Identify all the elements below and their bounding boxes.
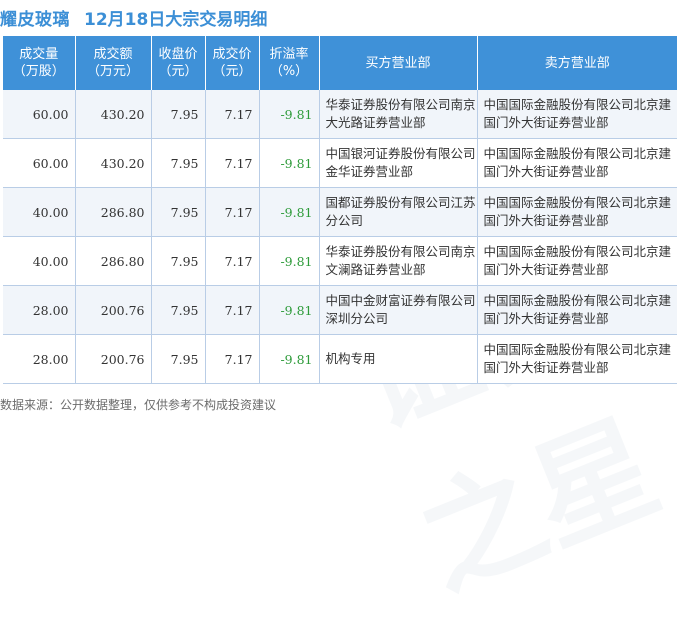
premium-rate-cell: -9.81 bbox=[259, 90, 320, 139]
table-row: 40.00 286.80 7.95 7.17 -9.81 国都证券股份有限公司江苏分公司中… bbox=[3, 187, 677, 237]
trade-price-cell: 7.17 bbox=[205, 236, 260, 286]
trade-price-cell: 7.17 bbox=[205, 187, 260, 237]
amount-cell: 430.20 bbox=[75, 138, 152, 188]
buyer-header: 买方营业部 bbox=[319, 36, 478, 90]
seller-broker-cell: 中国国际金融股份有限公司北京建国门外大街证券营业部 bbox=[477, 138, 677, 188]
seller-broker-cell: 中国国际金融股份有限公司北京建国门外大街证券营业部 bbox=[477, 334, 677, 384]
buyer-broker-cell: 机构专用 bbox=[319, 334, 478, 384]
buyer-broker-cell: 国都证券股份有限公司江苏分公司 bbox=[319, 187, 478, 237]
trade-price-cell: 7.17 bbox=[205, 285, 260, 335]
table-row: 28.00 200.76 7.95 7.17 -9.81 中国中金财富证券有限公司深圳分公… bbox=[3, 285, 677, 335]
volume-cell: 28.00 bbox=[3, 285, 76, 335]
buyer-broker-cell: 中国中金财富证券有限公司深圳分公司 bbox=[319, 285, 478, 335]
stock-name: 耀皮玻璃 bbox=[0, 9, 70, 30]
page-title: 12月18日大宗交易明细 bbox=[84, 9, 268, 30]
volume-header: 成交量 （万股） bbox=[3, 36, 76, 90]
data-source-note: 数据来源：公开数据整理，仅供参考不构成投资建议 bbox=[0, 398, 277, 412]
trade-price-cell: 7.17 bbox=[205, 90, 260, 139]
table-row: 28.00 200.76 7.95 7.17 -9.81 机构专用 中国国际金融股份有限公司… bbox=[3, 334, 677, 384]
premium-rate-cell: -9.81 bbox=[259, 236, 320, 286]
volume-cell: 40.00 bbox=[3, 236, 76, 286]
seller-header: 卖方营业部 bbox=[477, 36, 677, 90]
table-row: 60.00 430.20 7.95 7.17 -9.81 中国银河证券股份有限公司金华证券… bbox=[3, 138, 677, 188]
volume-cell: 40.00 bbox=[3, 187, 76, 237]
table-row: 40.00 286.80 7.95 7.17 -9.81 华泰证券股份有限公司南京文澜路证… bbox=[3, 236, 677, 286]
amount-cell: 286.80 bbox=[75, 187, 152, 237]
buyer-broker-cell: 中国银河证券股份有限公司金华证券营业部 bbox=[319, 138, 478, 188]
close-price-cell: 7.95 bbox=[151, 90, 206, 139]
block-trade-table: 成交量 （万股） 成交额 （万元） 收盘价 （元） 成交价 （元） 折溢率 （%） 买方营业部 卖方营… bbox=[3, 36, 677, 384]
premium-rate-header: 折溢率 （%） bbox=[259, 36, 320, 90]
amount-cell: 200.76 bbox=[75, 334, 152, 384]
premium-rate-cell: -9.81 bbox=[259, 187, 320, 237]
close-price-header: 收盘价 （元） bbox=[151, 36, 206, 90]
table-row: 60.00 430.20 7.95 7.17 -9.81 华泰证券股份有限公司南京大光路证… bbox=[3, 90, 677, 139]
volume-cell: 60.00 bbox=[3, 90, 76, 139]
close-price-cell: 7.95 bbox=[151, 285, 206, 335]
premium-rate-cell: -9.81 bbox=[259, 285, 320, 335]
volume-cell: 60.00 bbox=[3, 138, 76, 188]
title-bar: 耀皮玻璃 12月18日大宗交易明细 bbox=[0, 0, 680, 34]
trade-price-header: 成交价 （元） bbox=[205, 36, 260, 90]
seller-broker-cell: 中国国际金融股份有限公司北京建国门外大街证券营业部 bbox=[477, 236, 677, 286]
seller-broker-cell: 中国国际金融股份有限公司北京建国门外大街证券营业部 bbox=[477, 187, 677, 237]
amount-cell: 200.76 bbox=[75, 285, 152, 335]
amount-cell: 430.20 bbox=[75, 90, 152, 139]
table-header-row: 成交量 （万股） 成交额 （万元） 收盘价 （元） 成交价 （元） 折溢率 （%） 买方营业部 卖方营… bbox=[3, 36, 677, 90]
buyer-broker-cell: 华泰证券股份有限公司南京文澜路证券营业部 bbox=[319, 236, 478, 286]
close-price-cell: 7.95 bbox=[151, 138, 206, 188]
volume-cell: 28.00 bbox=[3, 334, 76, 384]
seller-broker-cell: 中国国际金融股份有限公司北京建国门外大街证券营业部 bbox=[477, 90, 677, 139]
premium-rate-cell: -9.81 bbox=[259, 138, 320, 188]
buyer-broker-cell: 华泰证券股份有限公司南京大光路证券营业部 bbox=[319, 90, 478, 139]
close-price-cell: 7.95 bbox=[151, 236, 206, 286]
close-price-cell: 7.95 bbox=[151, 187, 206, 237]
close-price-cell: 7.95 bbox=[151, 334, 206, 384]
premium-rate-cell: -9.81 bbox=[259, 334, 320, 384]
seller-broker-cell: 中国国际金融股份有限公司北京建国门外大街证券营业部 bbox=[477, 285, 677, 335]
amount-cell: 286.80 bbox=[75, 236, 152, 286]
amount-header: 成交额 （万元） bbox=[75, 36, 152, 90]
trade-price-cell: 7.17 bbox=[205, 138, 260, 188]
trade-price-cell: 7.17 bbox=[205, 334, 260, 384]
